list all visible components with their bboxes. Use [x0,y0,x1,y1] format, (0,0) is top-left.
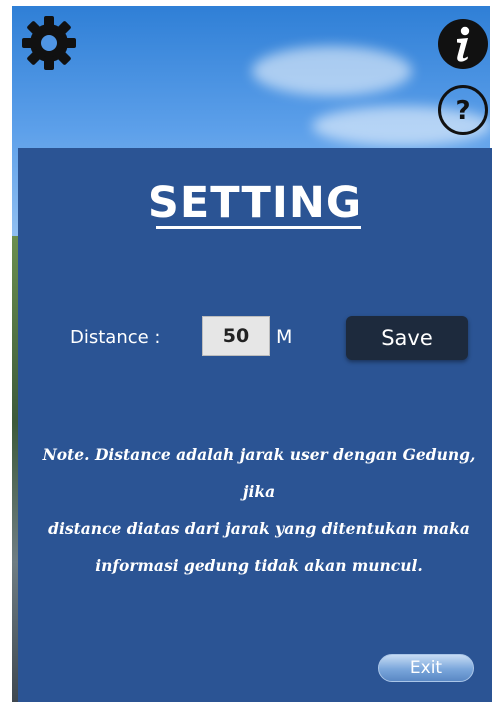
distance-unit: M [276,326,293,348]
save-button[interactable]: Save [346,316,468,360]
help-icon[interactable]: ? [437,84,489,136]
gear-icon[interactable] [20,14,78,72]
distance-input[interactable]: 50 [202,316,270,356]
distance-label: Distance : [70,327,161,348]
note-line: distance diatas dari jarak yang ditentuk… [48,519,470,538]
title-underline [156,226,361,229]
note-line: informasi gedung tidak akan muncul. [95,556,423,575]
info-icon[interactable] [437,18,489,70]
settings-panel [18,148,492,702]
svg-text:?: ? [455,96,470,126]
note-text: Note. Distance adalah jarak user dengan … [30,436,488,584]
note-line: Note. Distance adalah jarak user dengan … [42,445,476,501]
page-title: SETTING [147,178,363,228]
exit-button[interactable]: Exit [378,654,474,682]
